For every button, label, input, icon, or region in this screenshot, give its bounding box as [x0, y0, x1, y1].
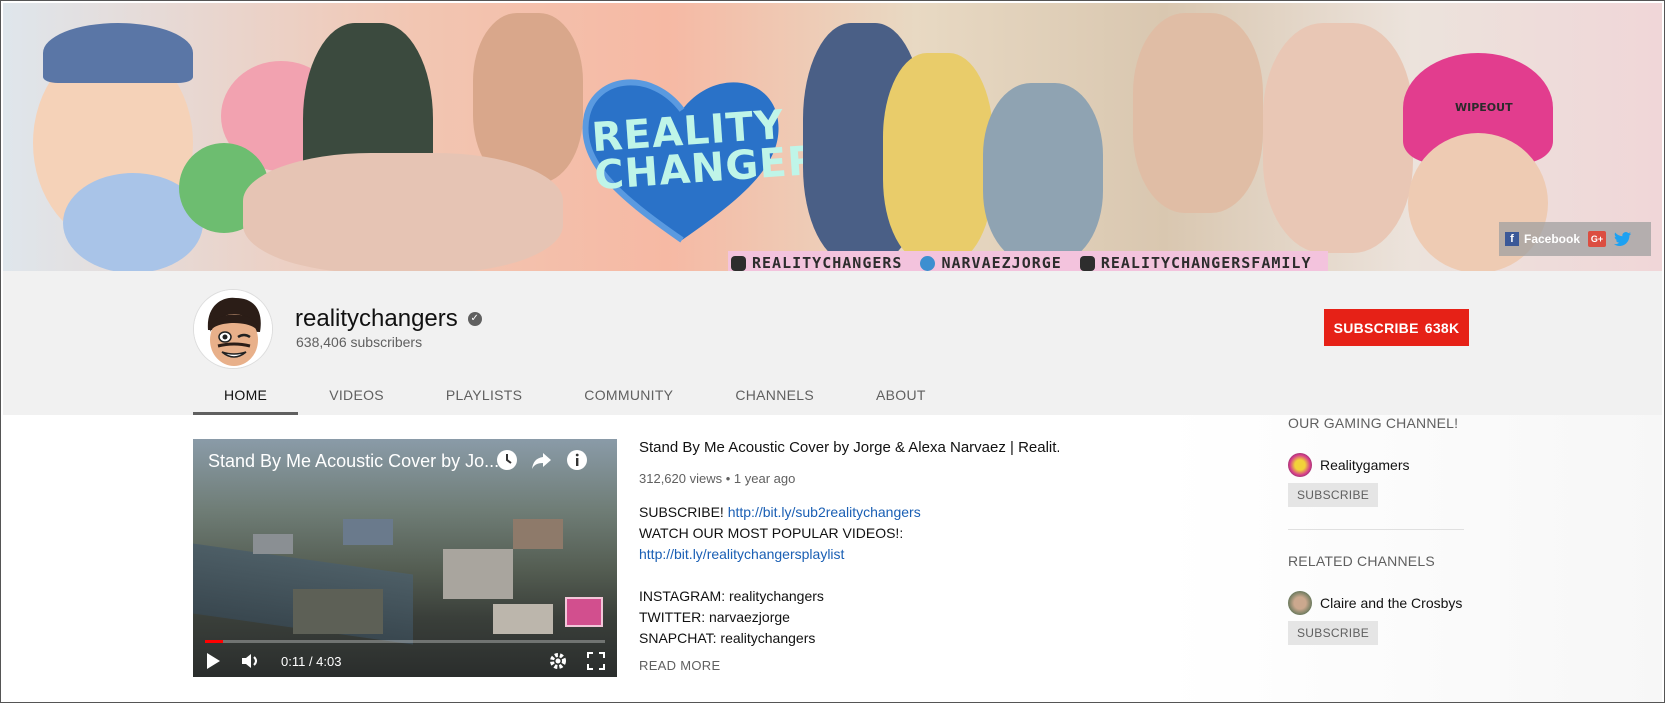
banner-kids	[243, 153, 563, 271]
subscribe-realitygamers-button[interactable]: SUBSCRIBE	[1288, 483, 1379, 507]
featured-channel-realitygamers[interactable]: Realitygamers	[1288, 453, 1409, 477]
page-frame: REALITY CHANGERS WIPEOUT REALITYCHANGERS…	[0, 0, 1665, 703]
info-icon[interactable]	[565, 449, 589, 473]
google-plus-link[interactable]: G+	[1588, 231, 1607, 247]
playlist-link[interactable]: http://bit.ly/realitychangersplaylist	[639, 546, 844, 562]
video-house	[293, 589, 383, 634]
banner-mom-3	[1263, 23, 1413, 253]
twitter-link[interactable]	[1614, 231, 1632, 247]
channel-search-button[interactable]	[957, 374, 1019, 415]
facebook-link[interactable]: f Facebook	[1505, 232, 1580, 246]
facebook-icon	[1079, 255, 1095, 271]
sidebar-divider	[1288, 529, 1464, 530]
helmet-text: WIPEOUT	[1455, 101, 1513, 114]
desc-text: SUBSCRIBE!	[639, 504, 728, 520]
facebook-icon: f	[1505, 232, 1519, 246]
subscribe-button[interactable]: SUBSCRIBE 638K	[1324, 309, 1469, 346]
video-house	[343, 519, 393, 545]
player-time: 0:11 / 4:03	[281, 653, 342, 669]
channel-name: Realitygamers	[1320, 457, 1410, 473]
channel-name: Claire and the Crosbys	[1320, 595, 1463, 611]
related-channel-claire[interactable]: Claire and the Crosbys	[1288, 591, 1462, 615]
featured-video-description: SUBSCRIBE! http://bit.ly/sub2realitychan…	[639, 502, 921, 649]
featured-video-title[interactable]: Stand By Me Acoustic Cover by Jorge & Al…	[639, 439, 1059, 456]
tab-community[interactable]: COMMUNITY	[553, 374, 704, 415]
tab-channels[interactable]: CHANNELS	[704, 374, 845, 415]
video-progress-bar[interactable]	[205, 640, 605, 643]
channel-avatar-small	[1288, 591, 1312, 615]
share-icon[interactable]	[530, 449, 554, 473]
subscribe-count: 638K	[1424, 319, 1460, 336]
fullscreen-icon[interactable]	[587, 652, 605, 670]
play-icon[interactable]	[205, 652, 221, 670]
video-house	[253, 534, 293, 554]
facebook-handle: REALITYCHANGERSFAMILY	[1079, 254, 1312, 271]
instagram-handle: REALITYCHANGERS	[731, 254, 902, 271]
tab-home[interactable]: HOME	[193, 374, 299, 415]
video-progress-fill	[205, 640, 223, 643]
tab-about[interactable]: ABOUT	[845, 374, 957, 415]
telegram-handle: NARVAEZJORGE	[920, 254, 1061, 271]
channel-name: realitychangers	[295, 305, 458, 332]
subscriber-count: 638,406 subscribers	[296, 334, 423, 350]
read-more-button[interactable]: READ MORE	[639, 658, 720, 673]
desc-text: TWITTER: narvaezjorge	[639, 609, 790, 625]
channel-watermark[interactable]	[565, 597, 603, 627]
view-count: 312,620 views	[639, 471, 723, 486]
channel-avatar-small	[1288, 453, 1312, 477]
subscribe-link[interactable]: http://bit.ly/sub2realitychangers	[728, 504, 921, 520]
featured-video-meta: 312,620 views • 1 year ago	[639, 471, 796, 486]
tab-playlists[interactable]: PLAYLISTS	[415, 374, 553, 415]
desc-text: INSTAGRAM: realitychangers	[639, 588, 824, 604]
volume-icon[interactable]	[241, 652, 261, 670]
video-house	[493, 604, 553, 634]
channel-title-row: realitychangers ✓	[295, 305, 482, 333]
channel-banner: REALITY CHANGERS WIPEOUT REALITYCHANGERS…	[3, 3, 1662, 271]
channel-tabs: HOME VIDEOS PLAYLISTS COMMUNITY CHANNELS…	[193, 374, 1019, 415]
verified-check-icon: ✓	[467, 312, 482, 326]
home-content: Stand By Me Acoustic Cover by Jo... 0:11…	[3, 415, 1662, 702]
video-house	[513, 519, 563, 549]
video-house	[443, 549, 513, 599]
settings-gear-icon[interactable]	[549, 652, 567, 670]
featured-video-player[interactable]: Stand By Me Acoustic Cover by Jo... 0:11…	[193, 439, 617, 677]
banner-mom-2	[883, 53, 993, 263]
heart-logo-text: REALITY CHANGERS	[590, 102, 851, 200]
subscribe-label: SUBSCRIBE	[1333, 319, 1419, 336]
cartoon-face-icon	[194, 290, 272, 368]
related-channels-heading: RELATED CHANNELS	[1288, 553, 1435, 569]
watch-later-icon[interactable]	[495, 449, 519, 473]
telegram-icon	[920, 255, 936, 271]
channel-avatar[interactable]	[193, 289, 273, 369]
desc-text: WATCH OUR MOST POPULAR VIDEOS!:	[639, 525, 904, 541]
banner-social-handles: REALITYCHANGERS NARVAEZJORGE REALITYCHAN…	[731, 254, 1312, 271]
instagram-icon	[731, 255, 746, 271]
gaming-channel-heading: OUR GAMING CHANNEL!	[1288, 415, 1459, 431]
banner-dad-3	[1133, 13, 1263, 213]
banner-kids-2	[983, 83, 1103, 263]
twitter-icon	[1614, 232, 1632, 246]
desc-text: SNAPCHAT: realitychangers	[639, 630, 816, 646]
tab-videos[interactable]: VIDEOS	[298, 374, 415, 415]
banner-social-links: f Facebook G+	[1499, 222, 1651, 256]
player-controls: 0:11 / 4:03	[193, 645, 617, 677]
player-video-title[interactable]: Stand By Me Acoustic Cover by Jo...	[208, 451, 498, 472]
banner-hat	[43, 23, 193, 83]
upload-age: 1 year ago	[733, 471, 796, 486]
subscribe-claire-button[interactable]: SUBSCRIBE	[1288, 621, 1379, 645]
heart-text-line2: CHANGERS	[592, 135, 851, 200]
channel-header: realitychangers ✓ 638,406 subscribers SU…	[3, 271, 1662, 415]
